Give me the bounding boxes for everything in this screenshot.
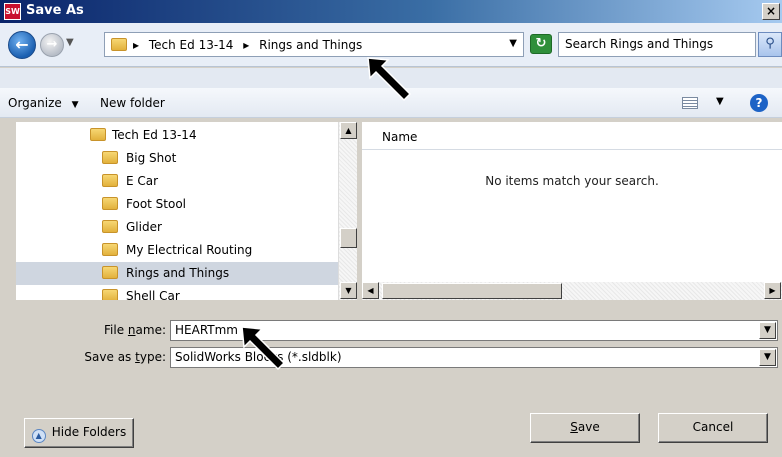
scroll-thumb[interactable] (340, 228, 357, 248)
tree-item-e-car[interactable]: E Car (16, 170, 338, 193)
tree-item-foot-stool[interactable]: Foot Stool (16, 193, 338, 216)
breadcrumb-tech-ed[interactable]: Tech Ed 13-14 (149, 38, 234, 52)
folder-icon (111, 38, 127, 51)
recent-locations-dropdown-icon[interactable]: ▼ (66, 37, 74, 48)
folder-icon (102, 197, 118, 210)
scroll-thumb[interactable] (382, 283, 562, 299)
file-list[interactable]: Name No items match your search. ◀ ▶ (362, 122, 782, 300)
label-part: ype: (139, 350, 166, 364)
scroll-left-icon[interactable]: ◀ (362, 282, 379, 299)
tree-item-label: Rings and Things (126, 266, 230, 280)
address-bar[interactable]: ▸ Tech Ed 13-14 ▸ Rings and Things ▼ (104, 32, 524, 57)
hide-folders-label: Hide Folders (51, 425, 127, 439)
folder-icon (102, 289, 118, 300)
save-type-label: Save as type: (50, 350, 166, 364)
views-dropdown-icon[interactable]: ▼ (716, 96, 724, 107)
title-bar[interactable]: SW Save As × (0, 0, 782, 23)
column-header-label: Name (382, 130, 418, 144)
chevron-down-icon[interactable]: ▼ (759, 349, 776, 366)
organize-label: Organize (8, 96, 62, 110)
annotation-arrow-icon (241, 326, 286, 371)
tree-item-label: E Car (126, 174, 159, 188)
column-header-name[interactable]: Name (362, 126, 782, 150)
breadcrumb: ▸ Tech Ed 13-14 ▸ Rings and Things (133, 38, 368, 52)
new-folder-button[interactable]: New folder (100, 96, 165, 110)
tree-item-label: My Electrical Routing (126, 243, 253, 257)
tree-item-shell-car[interactable]: Shell Car (16, 285, 338, 300)
hide-folders-button[interactable]: ▲ Hide Folders (24, 418, 134, 448)
file-name-value: HEARTmm (175, 323, 238, 337)
tree-item-glider[interactable]: Glider (16, 216, 338, 239)
folder-icon (102, 243, 118, 256)
tree-item-label: Shell Car (126, 289, 180, 300)
solidworks-app-icon: SW (4, 3, 21, 20)
empty-message: No items match your search. (485, 174, 659, 188)
tree-item-tech-ed[interactable]: Tech Ed 13-14 (16, 124, 338, 147)
breadcrumb-rings-and-things[interactable]: Rings and Things (259, 38, 362, 52)
label-part: File (104, 323, 128, 337)
views-icon[interactable] (682, 97, 698, 109)
file-name-label: File name: (70, 323, 166, 337)
chevron-up-icon: ▲ (31, 429, 46, 443)
refresh-button[interactable]: ↻ (530, 34, 552, 54)
cancel-button[interactable]: Cancel (658, 413, 768, 443)
folder-tree: Tech Ed 13-14 Big Shot E Car Foot Stool … (16, 122, 338, 300)
help-icon[interactable]: ? (750, 94, 768, 112)
tree-item-label: Glider (126, 220, 162, 234)
tree-item-label: Big Shot (126, 151, 177, 165)
save-label: ave (577, 420, 600, 434)
label-part: Save as (84, 350, 136, 364)
folder-icon (102, 266, 118, 279)
scroll-down-icon[interactable]: ▼ (340, 282, 357, 299)
address-dropdown-icon[interactable]: ▼ (509, 38, 517, 49)
breadcrumb-separator[interactable]: ▸ (243, 38, 249, 52)
annotation-arrow-icon (367, 57, 412, 102)
scroll-right-icon[interactable]: ▶ (764, 282, 781, 299)
label-accelerator: S (570, 420, 578, 434)
chevron-down-icon[interactable]: ▼ (759, 322, 776, 339)
folder-icon (102, 174, 118, 187)
search-icon[interactable]: ⚲ (758, 32, 782, 57)
organize-menu[interactable]: Organize ▼ (8, 96, 79, 110)
folder-icon (102, 220, 118, 233)
tree-item-label: Foot Stool (126, 197, 187, 211)
scroll-up-icon[interactable]: ▲ (340, 122, 357, 139)
tree-item-big-shot[interactable]: Big Shot (16, 147, 338, 170)
save-button[interactable]: Save (530, 413, 640, 443)
forward-button[interactable]: → (40, 33, 64, 57)
tree-item-rings-and-things[interactable]: Rings and Things (16, 262, 338, 285)
tree-item-label: Tech Ed 13-14 (112, 128, 197, 142)
label-part: ame: (135, 323, 166, 337)
tree-scrollbar[interactable]: ▲ ▼ (338, 122, 357, 300)
window-title: Save As (26, 3, 84, 18)
close-button[interactable]: × (762, 3, 780, 20)
folder-icon (90, 128, 106, 141)
tree-item-my-electrical-routing[interactable]: My Electrical Routing (16, 239, 338, 262)
save-as-dialog: SW Save As × ← → ▼ ▸ Tech Ed 13-14 ▸ Rin… (0, 0, 782, 457)
chevron-down-icon: ▼ (71, 100, 79, 110)
label-accelerator: n (127, 323, 136, 337)
folder-icon (102, 151, 118, 164)
list-scrollbar[interactable]: ◀ ▶ (362, 282, 782, 300)
back-button[interactable]: ← (8, 31, 36, 59)
breadcrumb-separator[interactable]: ▸ (133, 38, 139, 52)
search-input[interactable]: Search Rings and Things (558, 32, 756, 57)
